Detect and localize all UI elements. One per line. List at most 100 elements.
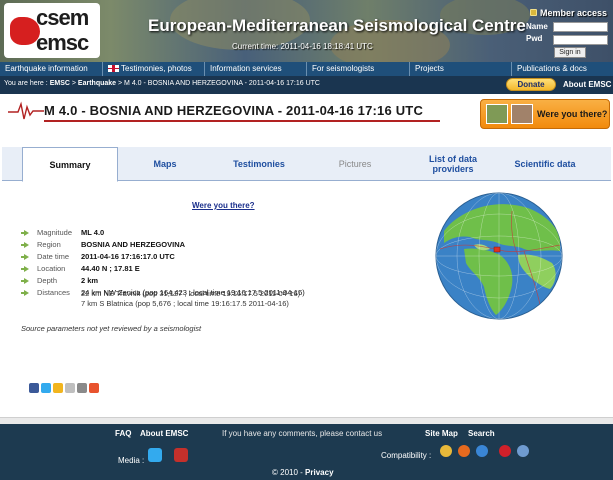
share-toolbar	[29, 383, 99, 393]
firefox-icon	[458, 445, 470, 457]
arrow-right-icon	[21, 230, 29, 236]
nav-label: Testimonies, photos	[121, 64, 192, 73]
name-label: Name	[526, 22, 548, 31]
nav-label: Projects	[415, 64, 444, 73]
faq-link[interactable]: FAQ	[115, 429, 131, 438]
arrow-right-icon	[21, 242, 29, 248]
tab-label: Scientific data	[514, 159, 576, 169]
privacy-link[interactable]: Privacy	[305, 468, 333, 477]
email-icon[interactable]	[65, 383, 75, 393]
param-value: 2011-04-16 17:16:17.0 UTC	[81, 252, 175, 261]
tab-scientific-data[interactable]: Scientific data	[502, 147, 588, 181]
nav-testimonies-photos[interactable]: Testimonies, photos	[103, 62, 205, 76]
param-value: 2 km	[81, 276, 99, 285]
media-label: Media :	[118, 456, 145, 465]
param-value: 44.40 N ; 17.81 E	[81, 264, 140, 273]
footer-separator	[0, 417, 613, 424]
about-emsc-link[interactable]: About EMSC	[563, 80, 611, 89]
distance-item: 7 km S Blatnica (pop 5,676 ; local time …	[81, 299, 289, 308]
tab-label: Testimonies	[233, 159, 285, 169]
facebook-icon[interactable]	[29, 383, 39, 393]
copyright-text: © 2010 -	[272, 468, 303, 477]
print-icon[interactable]	[77, 383, 87, 393]
param-label: Region	[37, 240, 61, 249]
param-label: Location	[37, 264, 66, 273]
logo-text-bottom: emsc	[36, 30, 89, 55]
name-input[interactable]	[553, 22, 608, 32]
testimony-photo-icon	[486, 104, 508, 124]
tab-label: Summary	[49, 159, 91, 170]
seismogram-icon	[8, 101, 44, 120]
copyright: © 2010 - Privacy	[272, 468, 334, 477]
param-label: Distances	[37, 288, 70, 297]
param-value: BOSNIA AND HERZEGOVINA	[81, 240, 186, 249]
nav-label: Publications & docs	[517, 64, 587, 73]
testimony-photo-icon	[511, 104, 533, 124]
epicenter-marker	[493, 246, 501, 253]
tab-label: Pictures	[338, 159, 372, 169]
logo-text-top: csem	[36, 5, 89, 30]
tab-summary[interactable]: Summary	[22, 147, 118, 182]
breadcrumb-bar: You are here : EMSC > Earthquake > M 4.0…	[0, 76, 613, 94]
breadcrumb-separator: >	[71, 80, 76, 87]
twitter-icon[interactable]	[41, 383, 51, 393]
tab-pictures: Pictures	[310, 147, 400, 181]
nav-label: Earthquake information	[5, 64, 88, 73]
main-nav: Earthquake information Testimonies, phot…	[0, 62, 613, 76]
tab-bar: Summary Maps Testimonies Pictures List o…	[2, 147, 611, 182]
chrome-icon	[440, 445, 452, 457]
title-underline	[44, 120, 440, 122]
nav-publications-docs[interactable]: Publications & docs	[512, 62, 613, 76]
distances-list: 22 km NE Travnik (pop 31,127 ; local tim…	[81, 289, 300, 309]
breadcrumb-emsc[interactable]: EMSC	[50, 80, 70, 87]
plus-icon[interactable]	[89, 383, 99, 393]
internet-explorer-icon	[476, 445, 488, 457]
current-time: Current time: 2011-04-16 18:18:41 UTC	[232, 42, 373, 51]
nav-projects[interactable]: Projects	[410, 62, 512, 76]
param-label: Date time	[37, 252, 70, 261]
tab-data-providers[interactable]: List of data providers	[408, 147, 498, 181]
arrow-right-icon	[21, 278, 29, 284]
uk-flag-icon	[108, 65, 119, 72]
breadcrumb-prefix: You are here :	[4, 80, 48, 87]
compatibility-label: Compatibility :	[381, 451, 432, 460]
donate-button[interactable]: Donate	[506, 78, 556, 91]
nav-for-seismologists[interactable]: For seismologists	[307, 62, 410, 76]
nav-label: Information services	[210, 64, 282, 73]
favorite-icon[interactable]	[53, 383, 63, 393]
param-label: Depth	[37, 276, 58, 285]
tab-label: List of data providers	[428, 154, 477, 174]
tab-testimonies[interactable]: Testimonies	[214, 147, 304, 181]
breadcrumb-separator: >	[118, 80, 123, 87]
twitter-icon[interactable]	[148, 448, 162, 462]
nav-earthquake-information[interactable]: Earthquake information	[0, 62, 103, 76]
arrow-right-icon	[21, 254, 29, 260]
were-you-there-link[interactable]: Were you there?	[192, 201, 255, 210]
review-note: Source parameters not yet reviewed by a …	[21, 324, 202, 333]
breadcrumb: You are here : EMSC > Earthquake > M 4.0…	[4, 80, 320, 87]
header-banner: csem emsc European-Mediterranean Seismol…	[0, 0, 613, 62]
nav-information-services[interactable]: Information services	[205, 62, 307, 76]
opera-icon	[499, 445, 511, 457]
password-input[interactable]	[553, 35, 608, 45]
member-login: Member access Name Pwd Sign in	[526, 6, 611, 60]
distance-item: 22 km NE Travnik (pop 31,127 ; local tim…	[81, 289, 301, 298]
nav-label: For seismologists	[312, 64, 375, 73]
footer: FAQ About EMSC If you have any comments,…	[0, 424, 613, 480]
site-map-link[interactable]: Site Map	[425, 429, 458, 438]
were-you-there-button[interactable]: Were you there?	[480, 99, 610, 129]
site-title: European-Mediterranean Seismological Cen…	[148, 16, 526, 35]
search-link[interactable]: Search	[468, 429, 495, 438]
param-label: Magnitude	[37, 228, 73, 237]
contact-note[interactable]: If you have any comments, please contact…	[222, 429, 382, 438]
sign-in-button[interactable]: Sign in	[554, 47, 586, 58]
breadcrumb-earthquake[interactable]: Earthquake	[78, 80, 116, 87]
tab-maps[interactable]: Maps	[122, 147, 208, 181]
youtube-icon[interactable]	[174, 448, 188, 462]
event-title: M 4.0 - BOSNIA AND HERZEGOVINA - 2011-04…	[44, 103, 424, 118]
about-emsc-footer-link[interactable]: About EMSC	[140, 429, 188, 438]
param-value: ML 4.0	[81, 228, 105, 237]
arrow-right-icon	[21, 266, 29, 272]
emsc-logo[interactable]: csem emsc	[4, 3, 100, 58]
epicenter-globe-map[interactable]	[434, 191, 564, 321]
